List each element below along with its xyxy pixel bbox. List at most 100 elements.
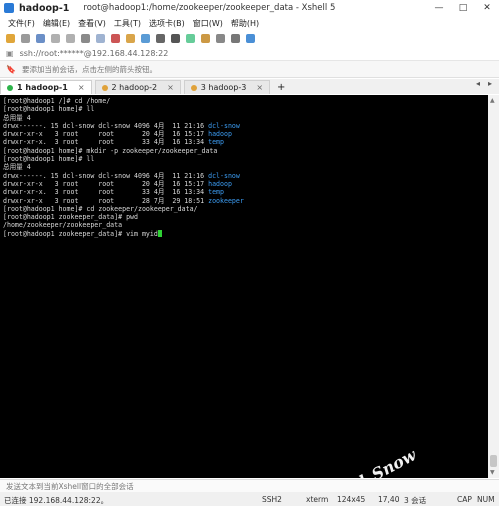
- tab-close-icon[interactable]: ×: [167, 83, 174, 92]
- session-tab-1[interactable]: 1 hadoop-1 ×: [0, 80, 92, 94]
- menu-edit[interactable]: 编辑(E): [43, 18, 70, 29]
- terminal-line-text: 总用量 4: [3, 163, 31, 172]
- terminal-line: drwx------. 15 dcl-snow dcl-snow 4096 4月…: [3, 172, 488, 180]
- terminal-line-text: drwxr-xr-x. 3 root root 33 4月 16 13:34: [3, 188, 209, 197]
- close-button[interactable]: ✕: [476, 0, 498, 16]
- status-bar: 已连接 192.168.44.128:22。 SSH2 xterm 124x45…: [0, 492, 499, 506]
- script-icon[interactable]: [186, 34, 195, 43]
- session-hint-text: 要添加当前会话，点击左侧的箭头按钮。: [21, 64, 157, 74]
- font-icon[interactable]: [126, 34, 135, 43]
- keyboard-icon[interactable]: [171, 34, 180, 43]
- watermark-signature: Dcl_Snow: [335, 445, 420, 478]
- terminal-line: /home/zookeeper/zookeeper_data: [3, 221, 488, 229]
- menu-tabs[interactable]: 选项卡(B): [149, 18, 185, 29]
- lock-icon[interactable]: [156, 34, 165, 43]
- lock-address-icon: ▣: [6, 48, 14, 58]
- directory-name: temp: [208, 188, 224, 197]
- protocol-status: SSH2: [262, 495, 282, 504]
- bookmark-icon[interactable]: 🔖: [6, 65, 16, 74]
- terminal-size: 124x45: [337, 495, 366, 504]
- session-count: 3 会话: [404, 496, 427, 505]
- directory-name: dcl-snow: [208, 171, 240, 180]
- globe-icon[interactable]: [141, 34, 150, 43]
- color-scheme-icon[interactable]: [111, 34, 120, 43]
- terminal-line: drwxr-xr-x 3 root root 20 4月 16 15:17 ha…: [3, 130, 488, 138]
- terminal-line-text: drwx------. 15 dcl-snow dcl-snow 4096 4月…: [3, 121, 209, 130]
- reconnect-icon[interactable]: [36, 34, 45, 43]
- terminal-line: [root@hadoop1 home]# cd zookeeper/zookee…: [3, 205, 488, 213]
- num-lock-indicator: NUM: [477, 495, 495, 504]
- connected-dot-icon: [7, 84, 13, 91]
- toolbar: [0, 31, 499, 47]
- new-session-icon[interactable]: [6, 34, 15, 43]
- tab-label: hadoop-1: [25, 83, 68, 92]
- window-tab-name: hadoop-1: [19, 2, 70, 14]
- terminal-line-text: [root@hadoop1 home]# mkdir -p zookeeper/…: [3, 146, 218, 155]
- caps-lock-indicator: CAP: [457, 495, 472, 504]
- terminal-line-text: drwx------. 15 dcl-snow dcl-snow 4096 4月…: [3, 171, 209, 180]
- scrollbar-thumb[interactable]: [490, 455, 497, 467]
- terminal-output[interactable]: [root@hadoop1 /]# cd /home/[root@hadoop1…: [0, 95, 488, 478]
- tab-index: 3: [200, 83, 206, 92]
- terminal-line: [root@hadoop1 zookeeper_data]# pwd: [3, 213, 488, 221]
- tab-label: hadoop-2: [119, 83, 158, 92]
- minimize-button[interactable]: —: [428, 0, 450, 16]
- fullscreen-icon[interactable]: [216, 34, 225, 43]
- terminal-line: [root@hadoop1 home]# ll: [3, 105, 488, 113]
- print-icon[interactable]: [96, 34, 105, 43]
- copy-icon[interactable]: [51, 34, 60, 43]
- text-cursor: [157, 229, 162, 237]
- terminal-line: drwxr-xr-x 3 root root 20 4月 16 15:17 ha…: [3, 180, 488, 188]
- compose-hint: 发送文本到当前Xshell窗口的全部会话: [6, 482, 134, 491]
- session-hint-bar: 🔖 要添加当前会话，点击左侧的箭头按钮。: [0, 61, 499, 78]
- session-tab-bar: 1 hadoop-1 × 2 hadoop-2 × 3 hadoop-3 × +…: [0, 79, 499, 94]
- terminal-line: 总用量 4: [3, 163, 488, 171]
- tab-close-icon[interactable]: ×: [256, 83, 263, 92]
- status-dot-icon: [101, 84, 108, 91]
- terminal-line: [root@hadoop1 home]# ll: [3, 155, 488, 163]
- menu-file[interactable]: 文件(F): [8, 18, 35, 29]
- directory-name: dcl-snow: [208, 121, 240, 130]
- tab-prev-icon[interactable]: ◂: [476, 79, 480, 88]
- session-tab-3[interactable]: 3 hadoop-3 ×: [183, 80, 271, 94]
- address-text[interactable]: ssh://root:******@192.168.44.128:22: [20, 49, 169, 58]
- terminal-type: xterm: [306, 495, 329, 504]
- tab-index: 1: [17, 83, 23, 92]
- help-icon[interactable]: [246, 34, 255, 43]
- menu-tools[interactable]: 工具(T): [114, 18, 141, 29]
- xshell-app-icon: [4, 3, 14, 13]
- terminal-line-text: [root@hadoop1 home]# ll: [3, 105, 95, 114]
- terminal-line: [root@hadoop1 home]# mkdir -p zookeeper/…: [3, 147, 488, 155]
- status-dot-icon: [190, 84, 197, 91]
- menu-view[interactable]: 查看(V): [78, 18, 106, 29]
- paste-icon[interactable]: [66, 34, 75, 43]
- compose-bar[interactable]: 发送文本到当前Xshell窗口的全部会话: [0, 479, 499, 493]
- window-title: root@hadoop1:/home/zookeeper/zookeeper_d…: [83, 3, 336, 13]
- terminal-line-text: drwxr-xr-x 3 root root 20 4月 16 15:17: [3, 130, 209, 139]
- tab-next-icon[interactable]: ▸: [488, 79, 492, 88]
- maximize-button[interactable]: □: [452, 0, 474, 16]
- terminal-line-text: drwxr-xr-x. 3 root root 33 4月 16 13:34: [3, 138, 209, 147]
- terminal-line-text: [root@hadoop1 zookeeper_data]# vim myid: [3, 229, 158, 238]
- transfer-icon[interactable]: [201, 34, 210, 43]
- search-icon[interactable]: [81, 34, 90, 43]
- terminal-line: [root@hadoop1 zookeeper_data]# vim myid: [3, 229, 488, 238]
- open-icon[interactable]: [21, 34, 30, 43]
- terminal-line-text: [root@hadoop1 /]# cd /home/: [3, 97, 111, 105]
- directory-name: zookeeper: [208, 196, 244, 205]
- tab-close-icon[interactable]: ×: [78, 83, 85, 92]
- terminal-scrollbar[interactable]: ▲ ▼: [488, 95, 499, 478]
- terminal-line-text: drwxr-xr-x 3 root root 20 4月 16 15:17: [3, 179, 209, 188]
- session-tab-2[interactable]: 2 hadoop-2 ×: [94, 80, 181, 94]
- title-bar: hadoop-1 root@hadoop1:/home/zookeeper/zo…: [0, 0, 499, 16]
- terminal-line-text: drwxr-xr-x 3 root root 28 7月 29 18:51: [3, 196, 209, 205]
- add-tab-button[interactable]: +: [277, 82, 285, 93]
- menu-window[interactable]: 窗口(W): [193, 18, 223, 29]
- scroll-down-icon[interactable]: ▼: [490, 469, 495, 476]
- terminal-line: drwxr-xr-x. 3 root root 33 4月 16 13:34 t…: [3, 188, 488, 196]
- scroll-up-icon[interactable]: ▲: [490, 97, 495, 104]
- terminal-line: drwxr-xr-x. 3 root root 33 4月 16 13:34 t…: [3, 138, 488, 146]
- directory-name: temp: [208, 138, 224, 147]
- layout-icon[interactable]: [231, 34, 240, 43]
- menu-help[interactable]: 帮助(H): [231, 18, 259, 29]
